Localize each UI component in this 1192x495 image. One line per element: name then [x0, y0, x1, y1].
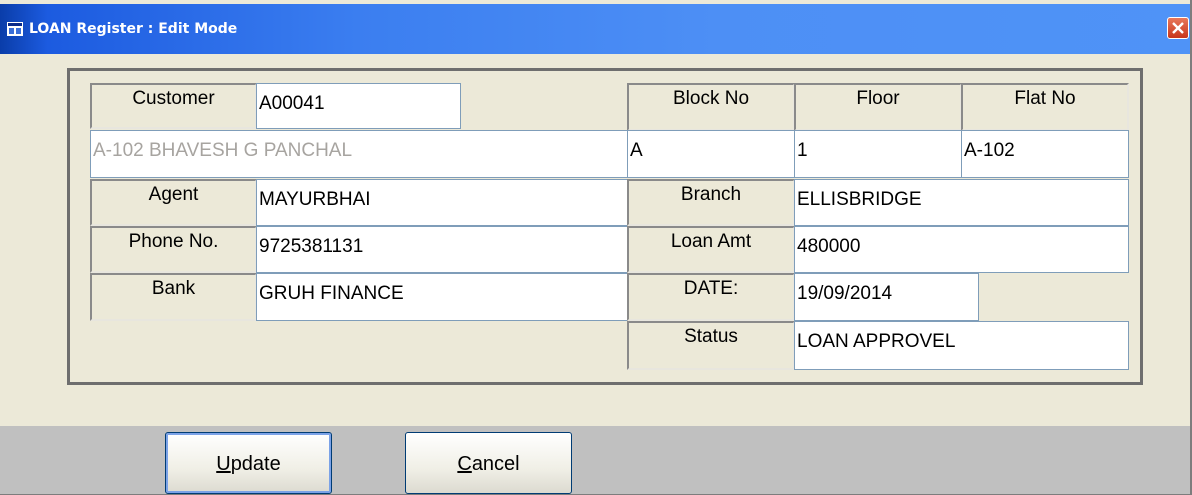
date-label: DATE:: [627, 273, 795, 321]
title-bar[interactable]: LOAN Register : Edit Mode: [0, 4, 1190, 54]
phone-no-field[interactable]: 9725381131: [256, 226, 628, 273]
loan-amt-field[interactable]: 480000: [794, 226, 1129, 273]
floor-label: Floor: [794, 83, 962, 131]
branch-label: Branch: [627, 179, 795, 226]
customer-code-field[interactable]: A00041: [256, 83, 461, 129]
update-accelerator: U: [216, 453, 231, 475]
cancel-accelerator: C: [457, 453, 472, 475]
status-field[interactable]: LOAN APPROVEL: [794, 321, 1129, 370]
close-icon: [1172, 22, 1184, 34]
bank-field[interactable]: GRUH FINANCE: [256, 273, 628, 321]
customer-label: Customer: [90, 83, 257, 129]
flat-no-label: Flat No: [961, 83, 1129, 131]
branch-field[interactable]: ELLISBRIDGE: [794, 179, 1129, 226]
phone-no-label: Phone No.: [90, 226, 257, 273]
block-no-field[interactable]: A: [627, 130, 795, 178]
cancel-label-rest: ancel: [471, 453, 520, 475]
loan-register-window: LOAN Register : Edit Mode Customer A0004…: [0, 0, 1192, 495]
agent-label: Agent: [90, 179, 257, 226]
bank-label: Bank: [90, 273, 257, 321]
loan-amt-label: Loan Amt: [627, 226, 795, 273]
agent-field[interactable]: MAYURBHAI: [256, 179, 628, 226]
cancel-button[interactable]: Cancel: [405, 432, 572, 494]
update-button[interactable]: Update: [165, 432, 332, 494]
date-field[interactable]: 19/09/2014: [794, 273, 979, 321]
window-title: LOAN Register : Edit Mode: [29, 21, 238, 37]
update-label-rest: pdate: [230, 453, 281, 475]
flat-no-field[interactable]: A-102: [961, 130, 1129, 178]
customer-name-field[interactable]: A-102 BHAVESH G PANCHAL: [90, 130, 628, 178]
floor-field[interactable]: 1: [794, 130, 962, 178]
app-icon: [7, 22, 23, 36]
status-label: Status: [627, 321, 795, 370]
block-no-label: Block No: [627, 83, 795, 131]
close-button[interactable]: [1167, 17, 1189, 39]
